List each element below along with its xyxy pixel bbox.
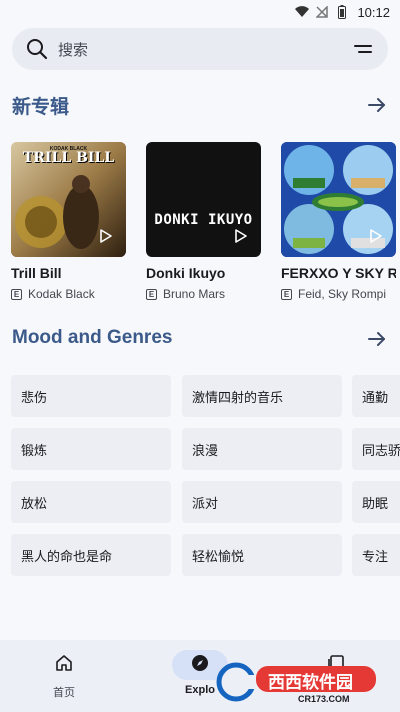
cover-title-text: DONKI IKUYO <box>154 212 253 228</box>
explicit-badge: E <box>11 288 22 300</box>
album-card[interactable]: KODAK BLACK TRILL BILL Trill Bill E Koda… <box>11 142 126 301</box>
nav-label[interactable]: 首页 <box>53 684 75 700</box>
album-card[interactable]: FERXXO Y SKY R E Feid, Sky Rompi <box>281 142 396 301</box>
battery-icon <box>335 5 349 19</box>
watermark-url: CR173.COM <box>298 694 350 704</box>
watermark-logo: 西西软件园 CR173.COM <box>216 660 380 704</box>
new-albums-title: 新专辑 <box>12 97 70 118</box>
genre-chip[interactable]: 悲伤 <box>11 375 171 417</box>
explicit-badge: E <box>281 288 292 300</box>
genre-chip[interactable]: 轻松愉悦 <box>182 534 342 576</box>
status-time: 10:12 <box>357 4 390 20</box>
play-icon[interactable] <box>98 229 112 243</box>
genre-chip[interactable]: 黑人的命也是命 <box>11 534 171 576</box>
album-cover[interactable]: DONKI IKUYO <box>146 142 261 257</box>
album-artist-row: E Kodak Black <box>11 287 126 301</box>
album-artist[interactable]: Kodak Black <box>28 287 95 301</box>
album-artist-row: E Feid, Sky Rompi <box>281 287 396 301</box>
album-artist[interactable]: Bruno Mars <box>163 287 225 301</box>
explicit-badge: E <box>146 288 157 300</box>
genre-chip[interactable]: 放松 <box>11 481 171 523</box>
genre-chip[interactable]: 锻炼 <box>11 428 171 470</box>
status-bar: 10:12 <box>0 0 400 24</box>
play-icon[interactable] <box>233 229 247 243</box>
wifi-icon <box>295 5 310 19</box>
play-icon[interactable] <box>368 229 382 243</box>
mood-genres-title: Mood and Genres <box>12 327 173 348</box>
album-title[interactable]: Trill Bill <box>11 265 126 281</box>
no-signal-icon <box>315 5 329 19</box>
genre-chip[interactable]: 激情四射的音乐 <box>182 375 342 417</box>
nav-pill[interactable] <box>36 650 92 680</box>
album-title[interactable]: FERXXO Y SKY R <box>281 265 396 281</box>
genre-chip[interactable]: 助眠 <box>352 481 400 523</box>
arrow-right-icon[interactable] <box>366 328 388 350</box>
search-input[interactable]: 搜索 <box>58 39 352 60</box>
genre-chip[interactable]: 通勤 <box>352 375 400 417</box>
album-cover[interactable] <box>281 142 396 257</box>
arrow-right-icon[interactable] <box>366 94 388 116</box>
explore-icon[interactable] <box>190 653 210 678</box>
nav-item-home[interactable]: 首页 <box>36 650 92 700</box>
album-cover[interactable]: KODAK BLACK TRILL BILL <box>11 142 126 257</box>
watermark-brand: 西西软件园 <box>268 673 353 692</box>
genre-chip[interactable]: 专注 <box>352 534 400 576</box>
genre-chip[interactable]: 派对 <box>182 481 342 523</box>
filter-menu-icon[interactable] <box>352 38 374 60</box>
genre-chip[interactable]: 同志骄 <box>352 428 400 470</box>
cover-title-text: TRILL BILL <box>22 150 115 166</box>
home-icon[interactable] <box>54 653 74 678</box>
genre-chip[interactable]: 浪漫 <box>182 428 342 470</box>
search-bar[interactable]: 搜索 <box>12 28 388 70</box>
search-icon[interactable] <box>26 38 48 60</box>
album-card[interactable]: DONKI IKUYO Donki Ikuyo E Bruno Mars <box>146 142 261 301</box>
album-title[interactable]: Donki Ikuyo <box>146 265 261 281</box>
album-artist[interactable]: Feid, Sky Rompi <box>298 287 386 301</box>
nav-label[interactable]: Explo <box>185 684 215 696</box>
album-artist-row: E Bruno Mars <box>146 287 261 301</box>
